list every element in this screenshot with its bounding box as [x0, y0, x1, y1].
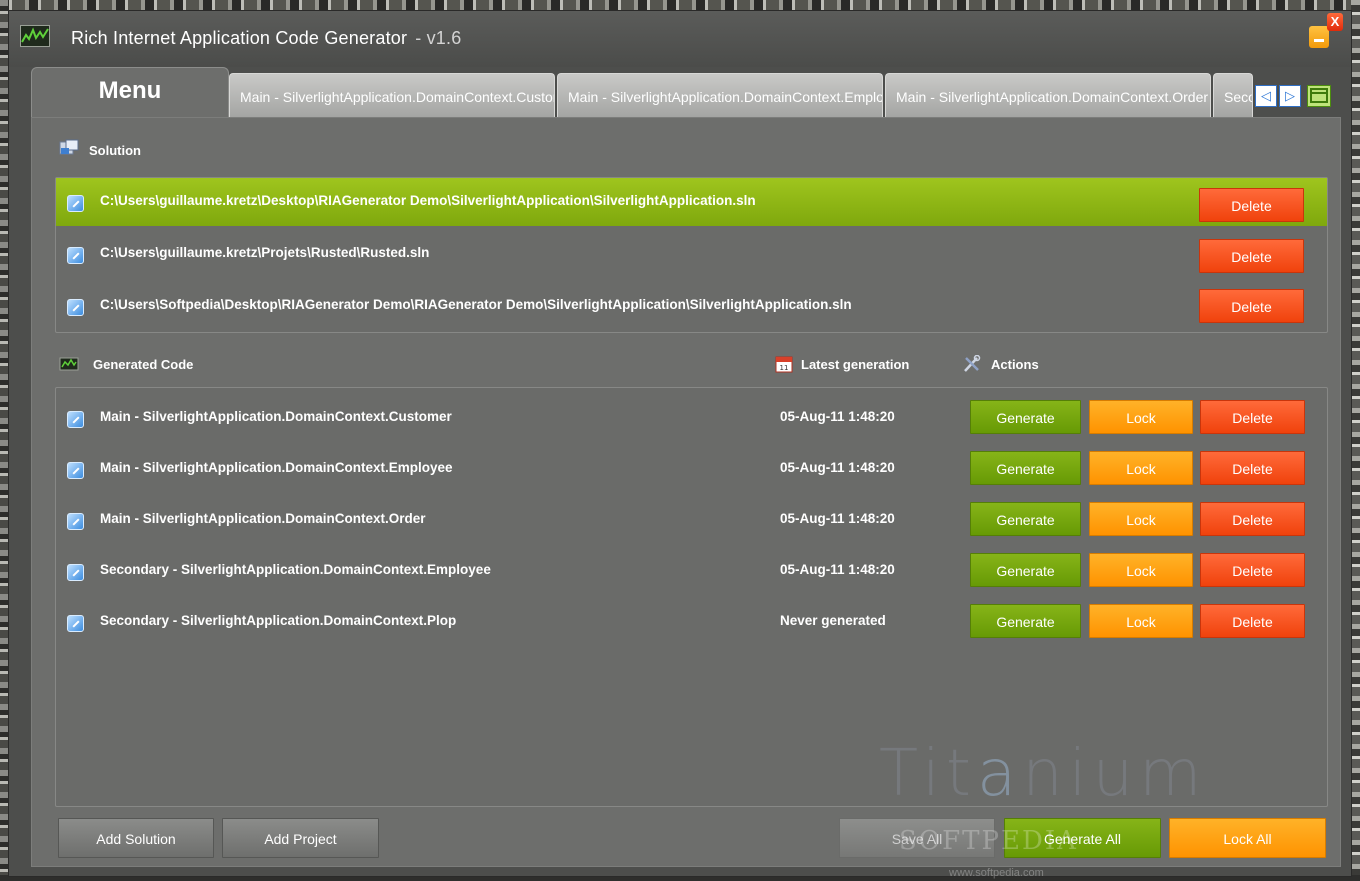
minimize-icon: [1314, 39, 1324, 42]
edit-icon[interactable]: [67, 247, 84, 264]
watermark-part: nium: [1022, 737, 1208, 811]
solution-path: C:\Users\guillaume.kretz\Projets\Rusted\…: [100, 245, 430, 260]
softpedia-url: www.softpedia.com: [949, 867, 1044, 879]
generated-row[interactable]: Main - SilverlightApplication.DomainCont…: [56, 496, 1327, 544]
generated-row[interactable]: Main - SilverlightApplication.DomainCont…: [56, 394, 1327, 442]
edit-icon[interactable]: [67, 411, 84, 428]
generated-name: Main - SilverlightApplication.DomainCont…: [100, 511, 426, 526]
generated-code-label: Generated Code: [93, 357, 194, 372]
generate-button[interactable]: Generate: [970, 400, 1081, 434]
solution-list: C:\Users\guillaume.kretz\Desktop\RIAGene…: [55, 177, 1328, 333]
solution-path: C:\Users\Softpedia\Desktop\RIAGenerator …: [100, 297, 852, 312]
generated-name: Main - SilverlightApplication.DomainCont…: [100, 409, 452, 424]
generation-date: 05-Aug-11 1:48:20: [780, 460, 895, 475]
delete-solution-button[interactable]: Delete: [1199, 289, 1304, 323]
generated-name: Secondary - SilverlightApplication.Domai…: [100, 562, 491, 577]
add-solution-button[interactable]: Add Solution: [58, 818, 214, 858]
tools-icon: [962, 354, 982, 373]
generated-row[interactable]: Secondary - SilverlightApplication.Domai…: [56, 598, 1327, 646]
delete-code-button[interactable]: Delete: [1200, 502, 1305, 536]
solution-path: C:\Users\guillaume.kretz\Desktop\RIAGene…: [100, 193, 756, 208]
generated-row[interactable]: Secondary - SilverlightApplication.Domai…: [56, 547, 1327, 595]
solution-row[interactable]: C:\Users\guillaume.kretz\Projets\Rusted\…: [56, 230, 1327, 278]
generate-button[interactable]: Generate: [970, 451, 1081, 485]
app-title-text: Rich Internet Application Code Generator: [71, 28, 408, 48]
tab-menu[interactable]: Menu: [31, 67, 229, 119]
tab-prev-button[interactable]: ◁: [1255, 85, 1277, 107]
calendar-icon: 11: [775, 355, 795, 373]
desktop-background-top: [0, 0, 1360, 10]
delete-code-button[interactable]: Delete: [1200, 400, 1305, 434]
delete-solution-button[interactable]: Delete: [1199, 239, 1304, 273]
svg-text:11: 11: [780, 364, 789, 372]
generate-button[interactable]: Generate: [970, 502, 1081, 536]
delete-code-button[interactable]: Delete: [1200, 451, 1305, 485]
edit-icon[interactable]: [67, 564, 84, 581]
delete-code-button[interactable]: Delete: [1200, 553, 1305, 587]
app-window: Rich Internet Application Code Generator…: [8, 10, 1352, 879]
solution-row[interactable]: C:\Users\Softpedia\Desktop\RIAGenerator …: [56, 282, 1327, 330]
tab-list-icon[interactable]: [1307, 85, 1331, 107]
minimize-button[interactable]: [1309, 26, 1329, 48]
save-all-button[interactable]: Save All: [839, 818, 995, 858]
latest-generation-label: Latest generation: [801, 357, 910, 372]
lock-button[interactable]: Lock: [1089, 553, 1193, 587]
lock-button[interactable]: Lock: [1089, 451, 1193, 485]
desktop-background-left: [0, 0, 8, 881]
tab-main-order[interactable]: Main - SilverlightApplication.DomainCont…: [885, 73, 1211, 117]
delete-code-button[interactable]: Delete: [1200, 604, 1305, 638]
titanium-watermark: Titanium: [879, 737, 1207, 811]
tab-main-employee[interactable]: Main - SilverlightApplication.DomainCont…: [557, 73, 883, 117]
edit-icon[interactable]: [67, 513, 84, 530]
generated-name: Secondary - SilverlightApplication.Domai…: [100, 613, 457, 628]
solution-row[interactable]: C:\Users\guillaume.kretz\Desktop\RIAGene…: [56, 178, 1327, 226]
app-logo-icon: [20, 25, 50, 47]
edit-icon[interactable]: [67, 615, 84, 632]
lock-button[interactable]: Lock: [1089, 502, 1193, 536]
tab-main-customer[interactable]: Main - SilverlightApplication.DomainCont…: [229, 73, 555, 117]
generation-date: 05-Aug-11 1:48:20: [780, 562, 895, 577]
desktop-background-right: [1351, 0, 1360, 881]
generated-name: Main - SilverlightApplication.DomainCont…: [100, 460, 453, 475]
lock-all-button[interactable]: Lock All: [1169, 818, 1326, 858]
generated-code-icon: [59, 356, 79, 374]
close-button[interactable]: X: [1327, 13, 1343, 31]
tab-secondary-employee[interactable]: Secondary - SilverlightApplication.Domai…: [1213, 73, 1253, 117]
watermark-part: Tit: [879, 737, 977, 811]
delete-solution-button[interactable]: Delete: [1199, 188, 1304, 222]
solution-label: Solution: [89, 143, 141, 158]
actions-label: Actions: [991, 357, 1039, 372]
title-bar[interactable]: Rich Internet Application Code Generator…: [9, 11, 1351, 67]
app-title: Rich Internet Application Code Generator…: [71, 28, 461, 49]
app-version: - v1.6: [415, 28, 462, 48]
generation-date: 05-Aug-11 1:48:20: [780, 511, 895, 526]
edit-icon[interactable]: [67, 462, 84, 479]
generate-all-button[interactable]: Generate All: [1004, 818, 1161, 858]
edit-icon[interactable]: [67, 195, 84, 212]
edit-icon[interactable]: [67, 299, 84, 316]
tab-next-button[interactable]: ▷: [1279, 85, 1301, 107]
generated-row[interactable]: Main - SilverlightApplication.DomainCont…: [56, 445, 1327, 493]
solution-icon: [59, 139, 79, 157]
generation-date: Never generated: [780, 613, 886, 628]
generate-button[interactable]: Generate: [970, 604, 1081, 638]
lock-button[interactable]: Lock: [1089, 400, 1193, 434]
generation-date: 05-Aug-11 1:48:20: [780, 409, 895, 424]
add-project-button[interactable]: Add Project: [222, 818, 379, 858]
lock-button[interactable]: Lock: [1089, 604, 1193, 638]
generate-button[interactable]: Generate: [970, 553, 1081, 587]
watermark-part: a: [977, 737, 1023, 811]
